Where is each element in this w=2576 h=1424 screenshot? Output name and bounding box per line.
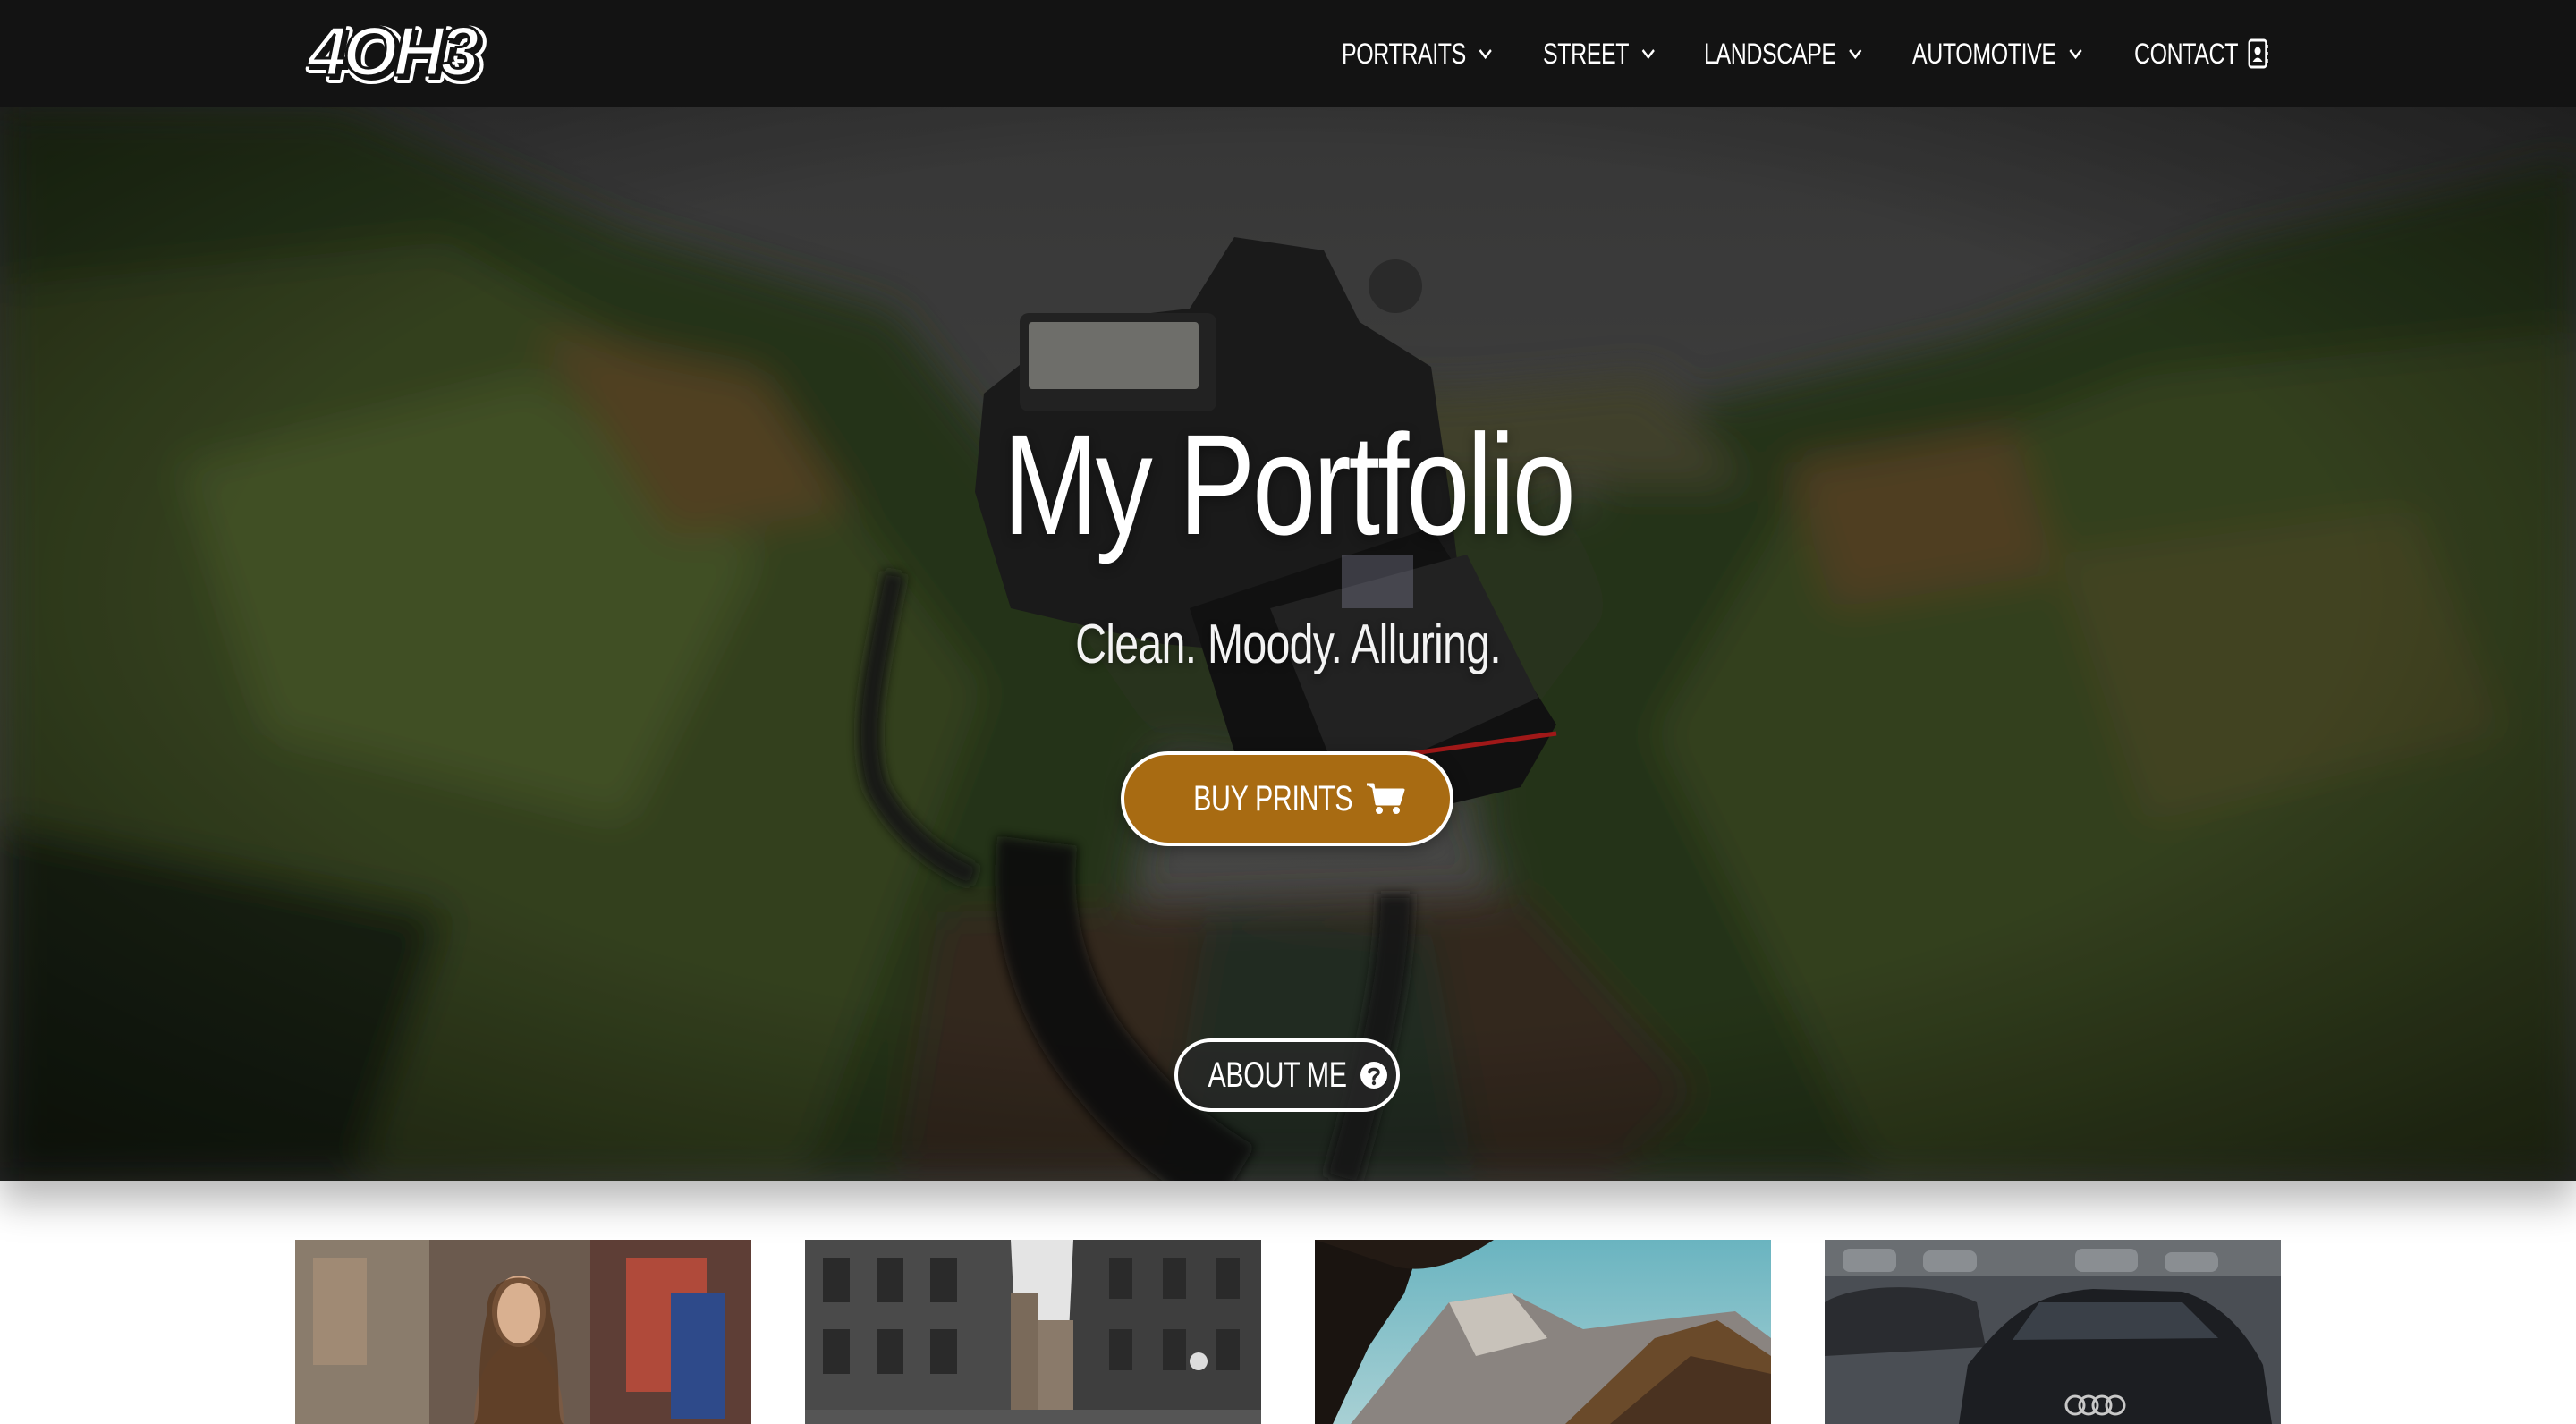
hero-title: My Portfolio <box>1003 404 1576 564</box>
nav-label-portraits: PORTRAITS <box>1342 37 1466 70</box>
nav-item-landscape[interactable]: LANDSCAPE <box>1704 38 1864 71</box>
thumbnail-landscape[interactable] <box>1315 1240 1771 1424</box>
nav-item-automotive[interactable]: AUTOMOTIVE <box>1912 38 2084 71</box>
thumbnail-portraits[interactable] <box>295 1240 751 1424</box>
thumbnail-street[interactable] <box>805 1240 1261 1424</box>
about-me-label: ABOUT ME <box>1208 1055 1347 1095</box>
chevron-down-icon <box>1849 48 1862 60</box>
nav-item-portraits[interactable]: PORTRAITS <box>1342 38 1494 71</box>
chevron-down-icon <box>2069 48 2082 60</box>
chevron-down-icon <box>1479 48 1492 60</box>
chevron-down-icon <box>1641 48 1656 60</box>
nav-label-street: STREET <box>1543 37 1630 70</box>
landscape-photo <box>1315 1240 1771 1424</box>
about-me-button[interactable]: ABOUT ME <box>1174 1038 1400 1112</box>
hero-subtitle: Clean. Moody. Alluring. <box>1075 614 1502 675</box>
address-book-icon <box>2248 38 2268 69</box>
top-navbar: 4OH3 4OH3 4OH3 PORTRAITS STREET LANDSCAP… <box>0 0 2576 107</box>
nav-label-contact: CONTACT <box>2134 37 2239 70</box>
site-logo[interactable]: 4OH3 4OH3 4OH3 <box>302 16 510 88</box>
nav-item-contact[interactable]: CONTACT <box>2134 38 2268 71</box>
shopping-cart-icon <box>1367 783 1405 814</box>
portrait-photo <box>295 1240 751 1424</box>
main-menu: PORTRAITS STREET LANDSCAPE AUTOMOTIVE CO… <box>1342 0 2277 107</box>
nav-label-automotive: AUTOMOTIVE <box>1912 37 2056 70</box>
question-circle-icon <box>1360 1062 1388 1089</box>
thumbnail-automotive[interactable] <box>1825 1240 2281 1424</box>
hero-section: My Portfolio Clean. Moody. Alluring. BUY… <box>0 107 2576 1181</box>
automotive-photo <box>1825 1240 2281 1424</box>
buy-prints-label: BUY PRINTS <box>1192 778 1353 818</box>
buy-prints-button[interactable]: BUY PRINTS <box>1121 751 1453 846</box>
svg-text:4OH3: 4OH3 <box>306 16 479 88</box>
street-photo <box>805 1240 1261 1424</box>
nav-item-street[interactable]: STREET <box>1543 38 1657 71</box>
nav-label-landscape: LANDSCAPE <box>1704 37 1836 70</box>
